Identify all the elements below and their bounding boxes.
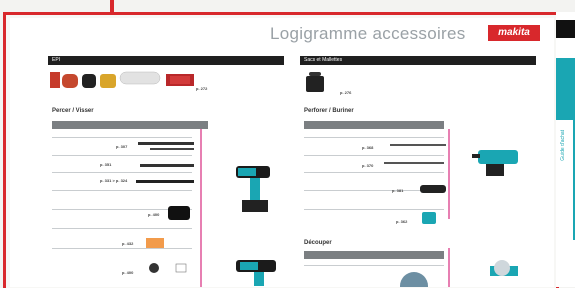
subheading-decouper: Découper: [304, 240, 332, 246]
impact-drill-image: [236, 260, 276, 286]
bag-image: [306, 72, 324, 92]
page-title: Logigramme accessoires: [270, 24, 466, 43]
perforer-ref-1: p. 368: [362, 145, 374, 150]
perforer-ref-2: p. 370: [362, 163, 374, 168]
table-row: [52, 137, 192, 138]
saw-blade-image: [400, 272, 428, 287]
epi-products-strip: [50, 71, 194, 88]
section-header-sacs: Sacs et Mallettes: [300, 56, 536, 65]
perforer-accessories-icons: [384, 144, 446, 224]
percer-accessories-icons: [136, 142, 194, 273]
pink-divider-right: [448, 129, 450, 219]
rotary-hammer-image: [472, 150, 518, 176]
section-label-epi: EPI: [52, 57, 61, 63]
rail-tab-label: Guide d'achat: [560, 130, 566, 161]
table-row: [304, 137, 444, 138]
catalog-page-frame: Logigramme accessoires makita Guide d'ac…: [0, 0, 575, 288]
rail-black-tab[interactable]: [556, 20, 575, 38]
miter-saw-image: [490, 260, 518, 276]
pink-divider-right-lower: [448, 248, 450, 287]
percer-ref-1: p. 307: [116, 144, 128, 149]
epi-page-ref: p. 272: [196, 86, 208, 91]
percer-table-header: [52, 121, 208, 129]
section-label-sacs: Sacs et Mallettes: [304, 57, 343, 63]
table-row: [304, 265, 444, 266]
pink-divider-left: [200, 129, 202, 287]
subheading-perforer: Perforer / Buriner: [304, 108, 354, 114]
percer-ref-2: p. 351: [100, 162, 112, 167]
perforer-table-header: [304, 121, 444, 129]
decouper-table-header: [304, 251, 444, 259]
subheading-percer: Percer / Visser: [52, 108, 94, 114]
section-header-epi: EPI: [48, 56, 284, 65]
rail-teal-tab[interactable]: [556, 58, 575, 120]
cordless-drill-image: [236, 166, 270, 212]
sacs-page-ref: p. 276: [340, 90, 352, 95]
brand-logo: makita: [488, 25, 540, 41]
percer-ref-3: p. 331 > p. 324: [100, 178, 128, 183]
